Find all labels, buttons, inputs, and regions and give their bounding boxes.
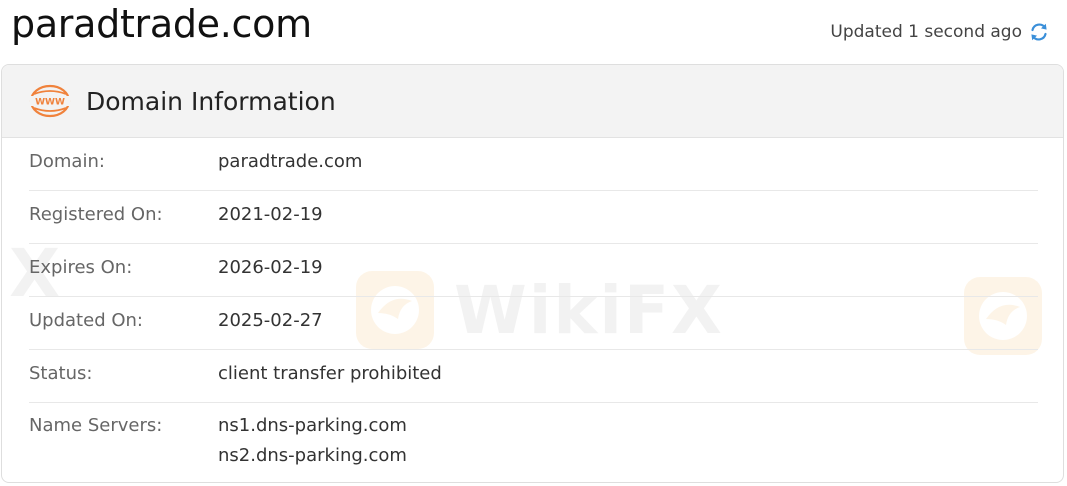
svg-text:WWW: WWW (35, 98, 65, 108)
row-label: Expires On: (29, 257, 133, 278)
www-globe-icon: WWW (28, 84, 72, 118)
name-server-2: ns2.dns-parking.com (218, 445, 407, 466)
page-title: paradtrade.com (11, 2, 312, 46)
row-name-servers: Name Servers: ns1.dns-parking.com ns2.dn… (29, 403, 1038, 471)
name-server-1: ns1.dns-parking.com (218, 415, 407, 436)
row-label: Registered On: (29, 204, 163, 225)
row-domain: Domain: paradtrade.com (29, 138, 1038, 191)
row-label: Domain: (29, 151, 105, 172)
row-value: paradtrade.com (218, 151, 363, 172)
row-status: Status: client transfer prohibited (29, 350, 1038, 403)
row-expires-on: Expires On: 2026-02-19 (29, 244, 1038, 297)
domain-info-card: WWW Domain Information FX WikiFX Domain:… (1, 64, 1064, 483)
updated-status: Updated 1 second ago (830, 21, 1050, 43)
card-title: Domain Information (86, 86, 336, 116)
row-registered-on: Registered On: 2021-02-19 (29, 191, 1038, 244)
domain-info-table: Domain: paradtrade.com Registered On: 20… (2, 138, 1063, 471)
row-value: 2025-02-27 (218, 310, 323, 331)
refresh-icon[interactable] (1028, 21, 1050, 43)
row-value: 2026-02-19 (218, 257, 323, 278)
row-value: client transfer prohibited (218, 363, 442, 384)
row-label: Name Servers: (29, 415, 163, 436)
row-label: Updated On: (29, 310, 143, 331)
row-updated-on: Updated On: 2025-02-27 (29, 297, 1038, 350)
row-value: 2021-02-19 (218, 204, 323, 225)
row-value-list: ns1.dns-parking.com ns2.dns-parking.com (218, 411, 407, 471)
card-header: WWW Domain Information (2, 65, 1063, 138)
row-label: Status: (29, 363, 93, 384)
updated-text: Updated 1 second ago (830, 22, 1022, 42)
